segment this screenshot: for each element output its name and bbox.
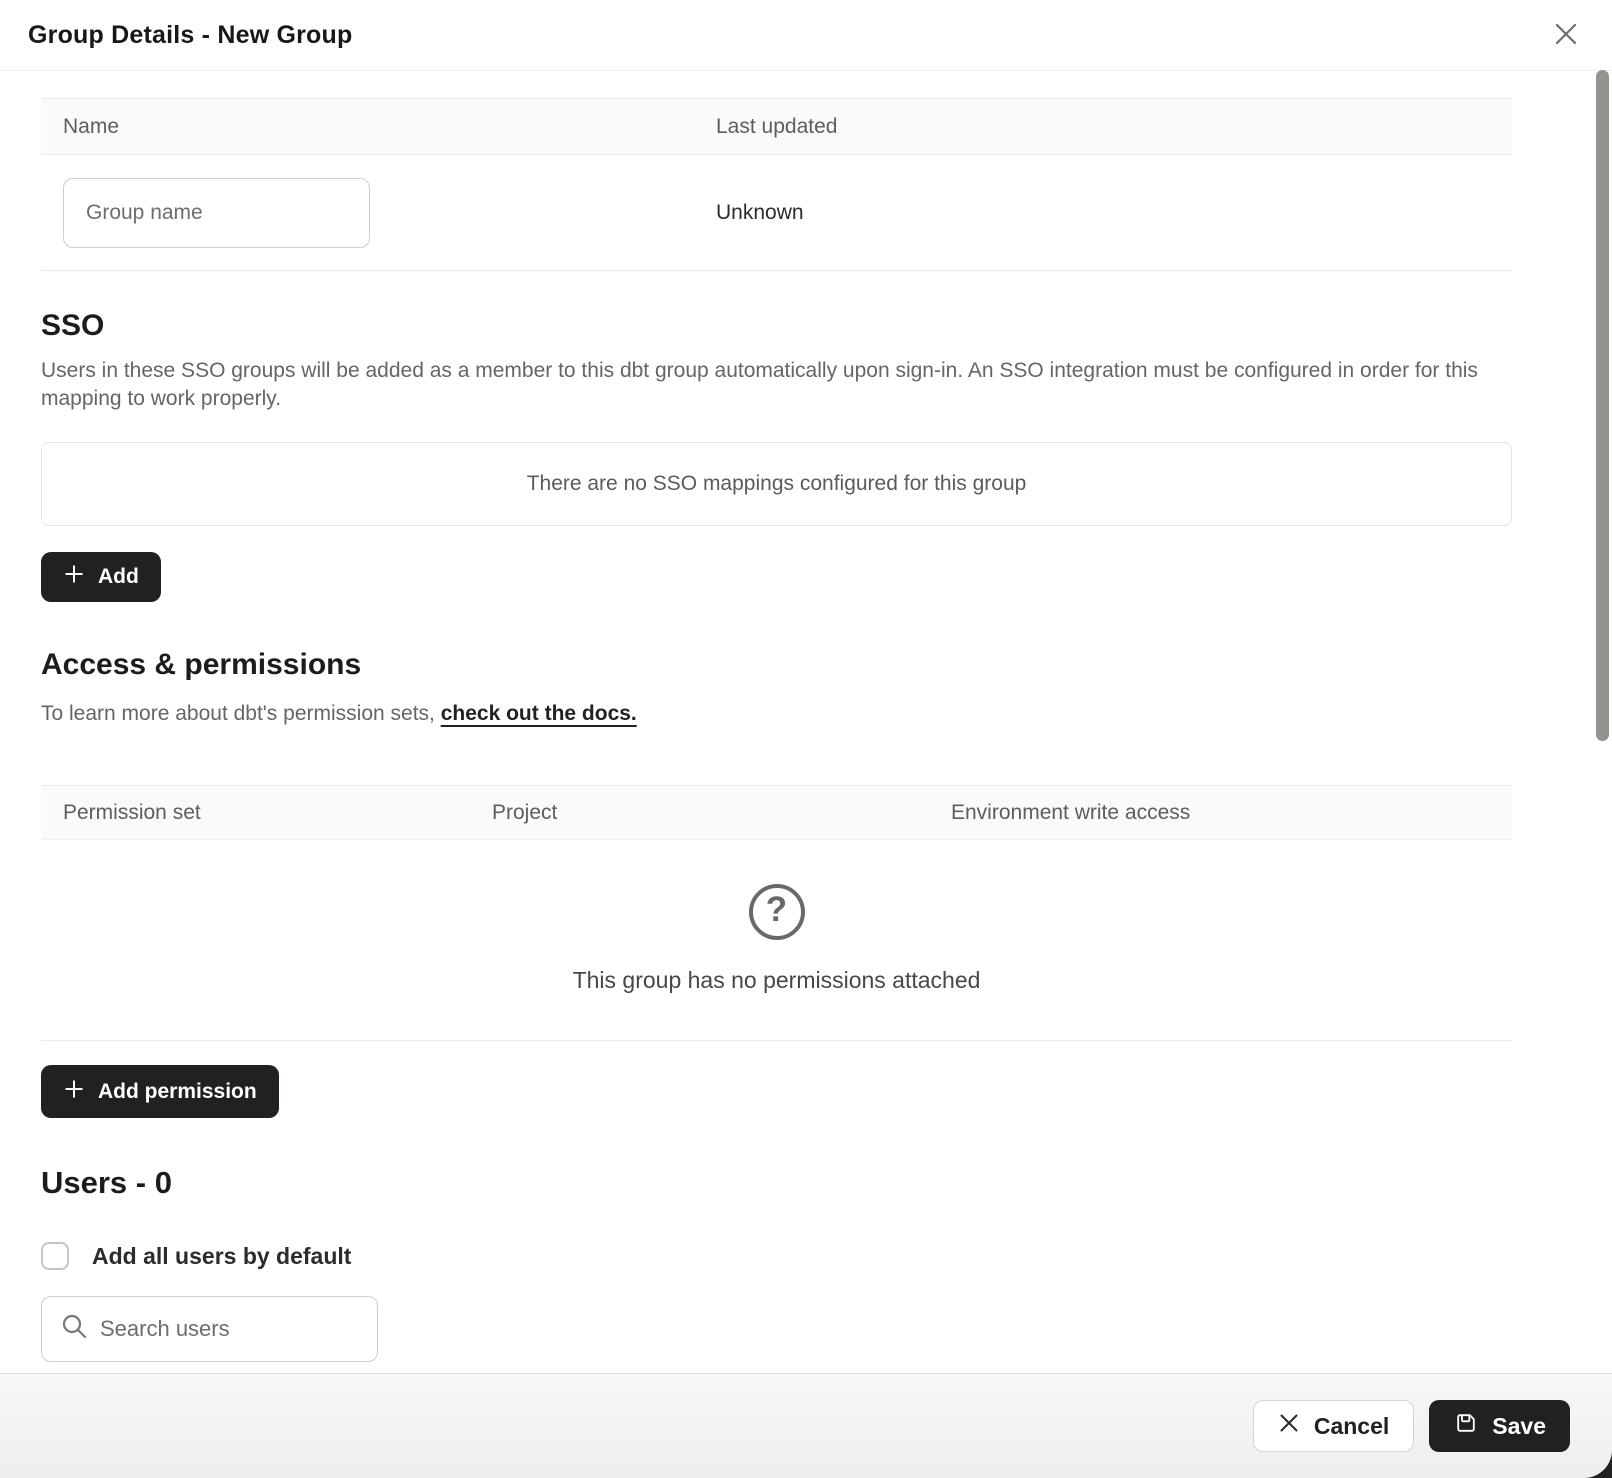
permissions-empty-message: This group has no permissions attached <box>41 967 1512 994</box>
docs-link[interactable]: check out the docs. <box>441 702 637 725</box>
permissions-empty-state: ? This group has no permissions attached <box>41 840 1512 1041</box>
save-button[interactable]: Save <box>1429 1400 1570 1452</box>
cancel-button-label: Cancel <box>1314 1413 1389 1440</box>
add-all-users-label: Add all users by default <box>92 1243 351 1270</box>
vertical-scrollbar-thumb[interactable] <box>1596 70 1609 741</box>
permissions-table-header: Permission set Project Environment write… <box>41 785 1512 840</box>
modal-title: Group Details - New Group <box>28 21 352 50</box>
access-description-text: To learn more about dbt's permission set… <box>41 702 435 725</box>
group-name-row: Unknown <box>41 155 1512 271</box>
group-name-table-header: Name Last updated <box>41 98 1512 155</box>
save-button-label: Save <box>1492 1413 1546 1440</box>
search-users-input[interactable] <box>41 1296 378 1362</box>
plus-icon <box>63 1078 85 1106</box>
floppy-disk-icon <box>1453 1410 1479 1442</box>
column-header-name: Name <box>63 115 716 139</box>
question-mark-icon: ? <box>749 884 805 940</box>
group-name-input[interactable] <box>63 178 370 248</box>
close-button[interactable] <box>1548 17 1584 53</box>
modal-header: Group Details - New Group <box>0 0 1612 71</box>
cancel-button[interactable]: Cancel <box>1253 1400 1414 1452</box>
group-name-table: Name Last updated Unknown <box>41 98 1512 271</box>
sso-empty-message: There are no SSO mappings configured for… <box>527 472 1027 496</box>
users-heading: Users - 0 <box>41 1166 1512 1200</box>
last-updated-value: Unknown <box>716 201 1512 225</box>
sso-empty-state: There are no SSO mappings configured for… <box>41 442 1512 526</box>
column-header-project: Project <box>492 801 951 825</box>
sso-add-button-label: Add <box>98 565 139 589</box>
column-header-last-updated: Last updated <box>716 115 1512 139</box>
add-permission-button-label: Add permission <box>98 1080 257 1104</box>
access-permissions-heading: Access & permissions <box>41 648 1512 682</box>
modal-footer: Cancel Save <box>0 1373 1612 1478</box>
column-header-environment-write-access: Environment write access <box>951 801 1512 825</box>
plus-icon <box>63 563 85 591</box>
close-icon <box>1552 20 1580 51</box>
modal-content: Name Last updated Unknown SSO Users in t… <box>0 98 1612 1362</box>
sso-description: Users in these SSO groups will be added … <box>41 357 1503 413</box>
x-icon <box>1278 1412 1300 1440</box>
add-all-users-row: Add all users by default <box>41 1242 1512 1270</box>
add-all-users-checkbox[interactable] <box>41 1242 69 1270</box>
sso-add-button[interactable]: Add <box>41 552 161 602</box>
column-header-permission-set: Permission set <box>63 801 492 825</box>
search-users-wrapper <box>41 1296 378 1362</box>
access-permissions-description: To learn more about dbt's permission set… <box>41 700 1512 728</box>
sso-heading: SSO <box>41 309 1512 343</box>
add-permission-button[interactable]: Add permission <box>41 1065 279 1118</box>
